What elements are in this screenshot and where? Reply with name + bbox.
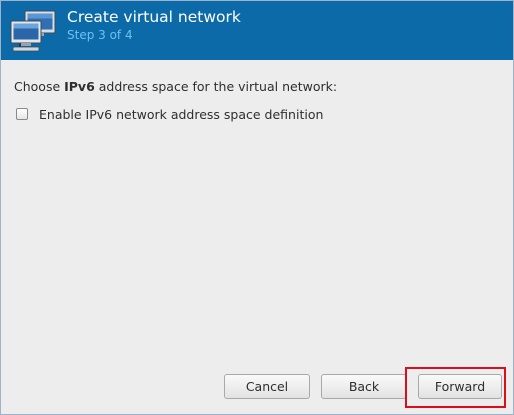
prompt-text-before: Choose [14, 79, 65, 94]
wizard-content: Choose IPv6 address space for the virtua… [1, 60, 513, 414]
back-button[interactable]: Back [321, 374, 407, 399]
enable-ipv6-checkbox[interactable] [16, 108, 28, 120]
enable-ipv6-label[interactable]: Enable IPv6 network address space defini… [39, 107, 323, 122]
cancel-button[interactable]: Cancel [224, 374, 310, 399]
create-virtual-network-dialog: Create virtual network Step 3 of 4 Choos… [0, 0, 514, 415]
forward-button[interactable]: Forward [418, 374, 502, 399]
prompt-ipv6-bold: IPv6 [64, 79, 95, 94]
ipv6-prompt: Choose IPv6 address space for the virtua… [14, 79, 337, 94]
prompt-text-after: address space for the virtual network: [94, 79, 338, 94]
step-indicator: Step 3 of 4 [67, 28, 133, 42]
dialog-title: Create virtual network [67, 8, 241, 26]
enable-ipv6-row[interactable]: Enable IPv6 network address space defini… [16, 105, 323, 123]
wizard-header-banner: Create virtual network Step 3 of 4 [1, 1, 513, 60]
network-computers-icon [10, 10, 56, 52]
